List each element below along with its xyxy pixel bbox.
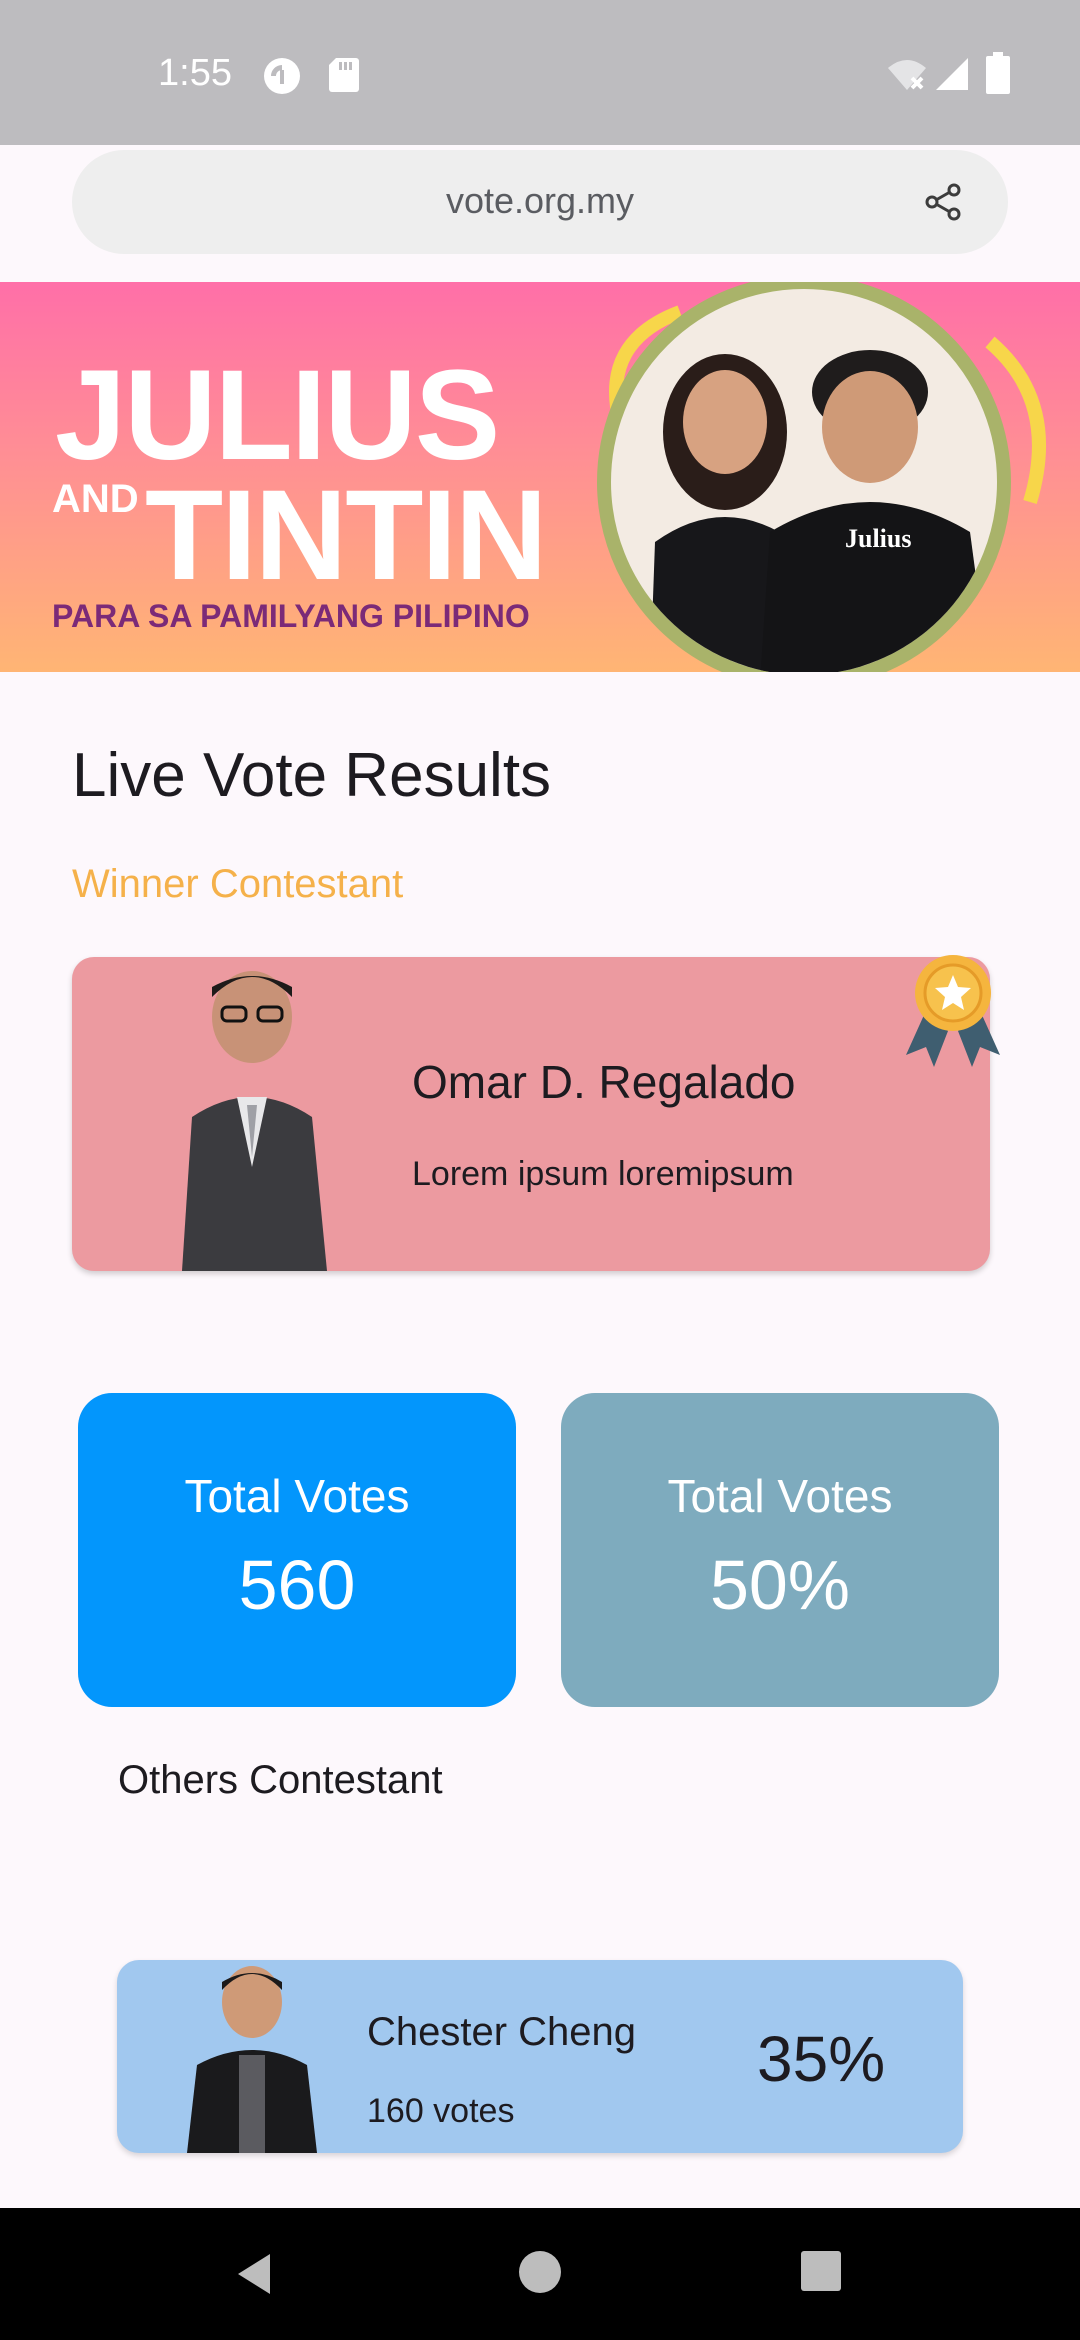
contestant-percent: 35% <box>757 2023 886 2095</box>
banner-couple-photo: Julius <box>597 282 1046 672</box>
stat-label: Total Votes <box>184 1470 410 1522</box>
share-icon[interactable] <box>924 182 964 222</box>
system-nav-bar <box>0 2208 1080 2340</box>
vote-percentage-card: Total Votes 50% <box>561 1393 999 1707</box>
recents-icon[interactable] <box>800 2250 842 2292</box>
status-bar: 1:55 <box>0 0 1080 145</box>
wifi-off-icon <box>888 60 926 90</box>
signal-icon <box>936 58 968 90</box>
winner-name: Omar D. Regalado <box>412 1056 796 1108</box>
sd-card-icon <box>329 58 359 92</box>
browser-toolbar: vote.org.my <box>0 145 1080 282</box>
back-icon[interactable] <box>232 2250 276 2298</box>
banner-and: AND <box>52 477 139 521</box>
pocket-casts-icon <box>264 58 300 94</box>
stat-value: 560 <box>238 1546 356 1624</box>
page-title: Live Vote Results <box>72 741 552 810</box>
banner-title-line2: TINTIN <box>145 464 547 607</box>
home-icon[interactable] <box>518 2250 562 2294</box>
contestant-card[interactable]: Chester Cheng 160 votes 35% <box>117 1960 963 2153</box>
total-votes-card: Total Votes 560 <box>78 1393 516 1707</box>
winner-description: Lorem ipsum loremipsum <box>412 1155 794 1193</box>
banner-tagline: PARA SA PAMILYANG PILIPINO <box>52 598 530 634</box>
battery-icon <box>986 52 1010 94</box>
contestant-votes: 160 votes <box>367 2092 515 2130</box>
medal-icon <box>906 955 1000 1067</box>
status-time: 1:55 <box>158 52 232 94</box>
url-text[interactable]: vote.org.my <box>72 180 1008 222</box>
shirt-text: Julius <box>845 524 912 553</box>
url-bar[interactable]: vote.org.my <box>72 150 1008 254</box>
winner-card[interactable]: Omar D. Regalado Lorem ipsum loremipsum <box>72 957 990 1271</box>
winner-photo <box>182 971 327 1271</box>
others-label: Others Contestant <box>118 1758 443 1802</box>
contestant-photo <box>187 1966 317 2153</box>
stat-value: 50% <box>709 1546 851 1624</box>
winner-label: Winner Contestant <box>72 862 404 906</box>
promo-banner: JULIUS AND TINTIN PARA SA PAMILYANG PILI… <box>0 282 1080 672</box>
contestant-name: Chester Cheng <box>367 2010 637 2054</box>
stat-label: Total Votes <box>667 1470 893 1522</box>
